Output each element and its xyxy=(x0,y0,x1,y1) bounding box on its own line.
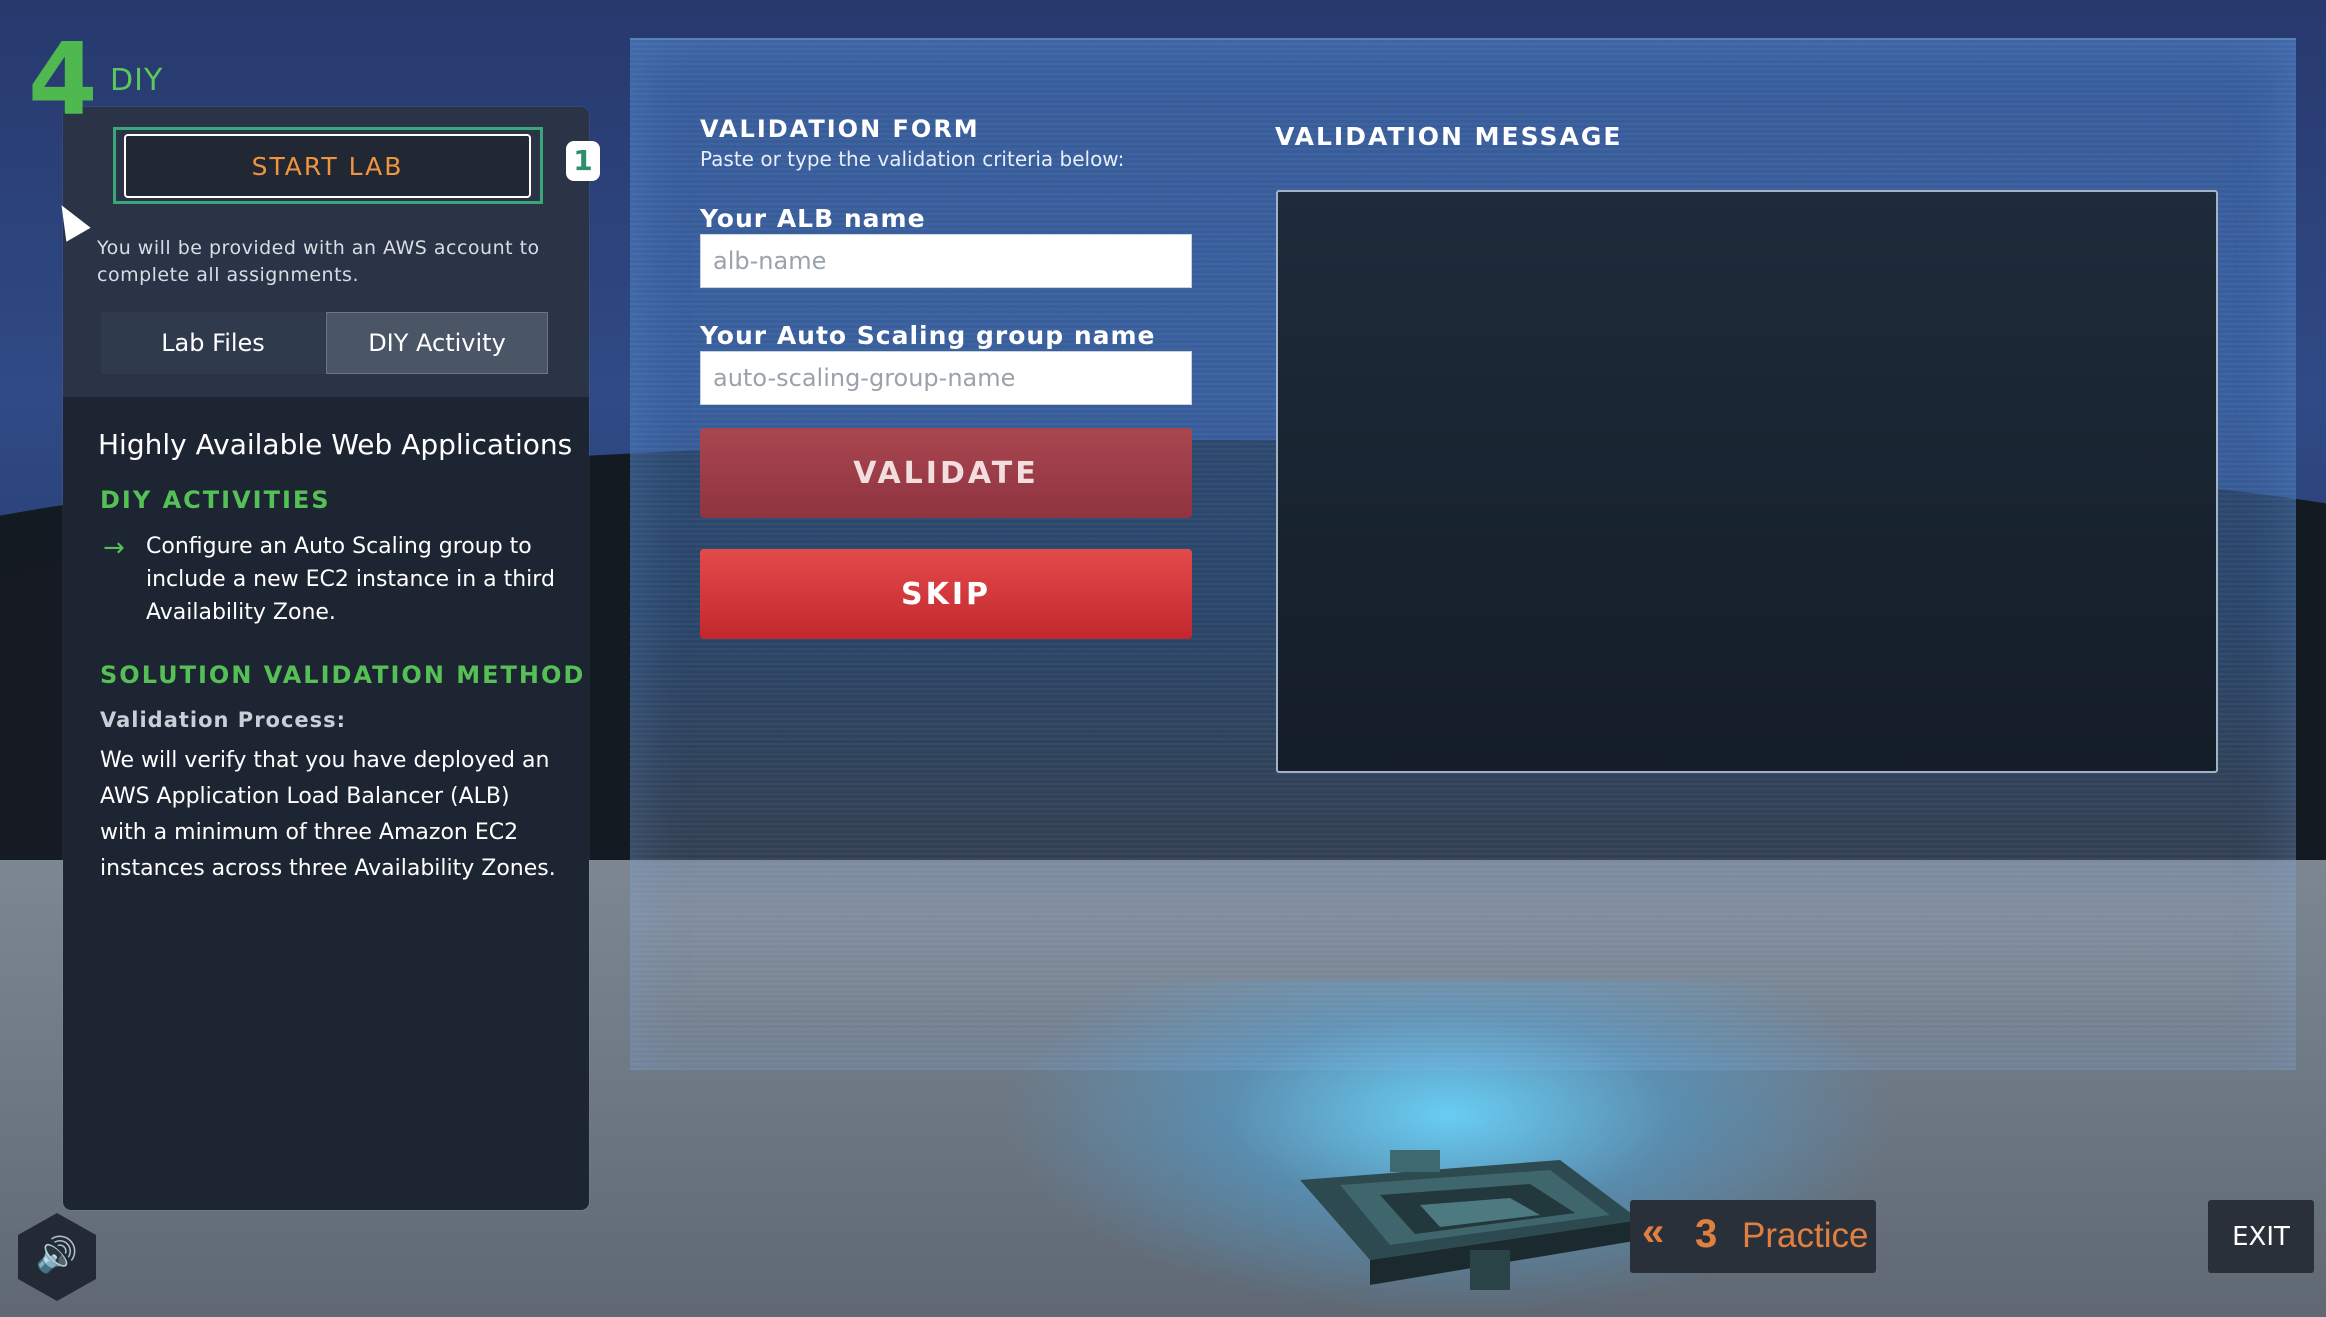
exit-button[interactable]: EXIT xyxy=(2208,1200,2314,1273)
validation-form-title: VALIDATION FORM xyxy=(700,115,980,143)
asg-name-label: Your Auto Scaling group name xyxy=(700,321,1156,350)
arrow-right-icon: → xyxy=(103,533,125,563)
validation-message-title: VALIDATION MESSAGE xyxy=(1275,122,1623,151)
step-number-logo: 4 xyxy=(28,21,98,138)
aws-account-note: You will be provided with an AWS account… xyxy=(97,237,540,286)
double-chevron-left-icon: « xyxy=(1642,1210,1665,1254)
lab-title: Highly Available Web Applications xyxy=(98,428,573,461)
practice-label: Practice xyxy=(1742,1216,1869,1255)
validation-process-label: Validation Process: xyxy=(100,708,347,732)
start-lab-button[interactable]: START LAB xyxy=(124,134,531,198)
step-badge: 1 xyxy=(566,141,600,181)
solution-validation-heading: SOLUTION VALIDATION METHOD xyxy=(100,661,586,689)
practice-back-button[interactable]: « 3 Practice xyxy=(1630,1200,1876,1273)
alb-name-input[interactable] xyxy=(700,234,1192,288)
validation-form-subtitle: Paste or type the validation criteria be… xyxy=(700,147,1125,171)
practice-number: 3 xyxy=(1695,1212,1718,1256)
asg-name-input[interactable] xyxy=(700,351,1192,405)
validation-message-box xyxy=(1276,190,2218,773)
validation-process-text: We will verify that you have deployed an… xyxy=(100,748,556,881)
pedestal-model xyxy=(1300,1150,1640,1290)
tab-diy-activity[interactable]: DIY Activity xyxy=(326,312,548,374)
speaker-icon: 🔊 xyxy=(35,1235,79,1275)
tab-lab-files[interactable]: Lab Files xyxy=(101,312,325,374)
step-label: DIY xyxy=(110,63,164,98)
alb-name-label: Your ALB name xyxy=(700,204,926,233)
activity-item: Configure an Auto Scaling group to inclu… xyxy=(146,534,555,625)
diy-activities-heading: DIY ACTIVITIES xyxy=(100,486,331,514)
validate-button[interactable]: VALIDATE xyxy=(700,428,1192,518)
skip-button[interactable]: SKIP xyxy=(700,549,1192,639)
